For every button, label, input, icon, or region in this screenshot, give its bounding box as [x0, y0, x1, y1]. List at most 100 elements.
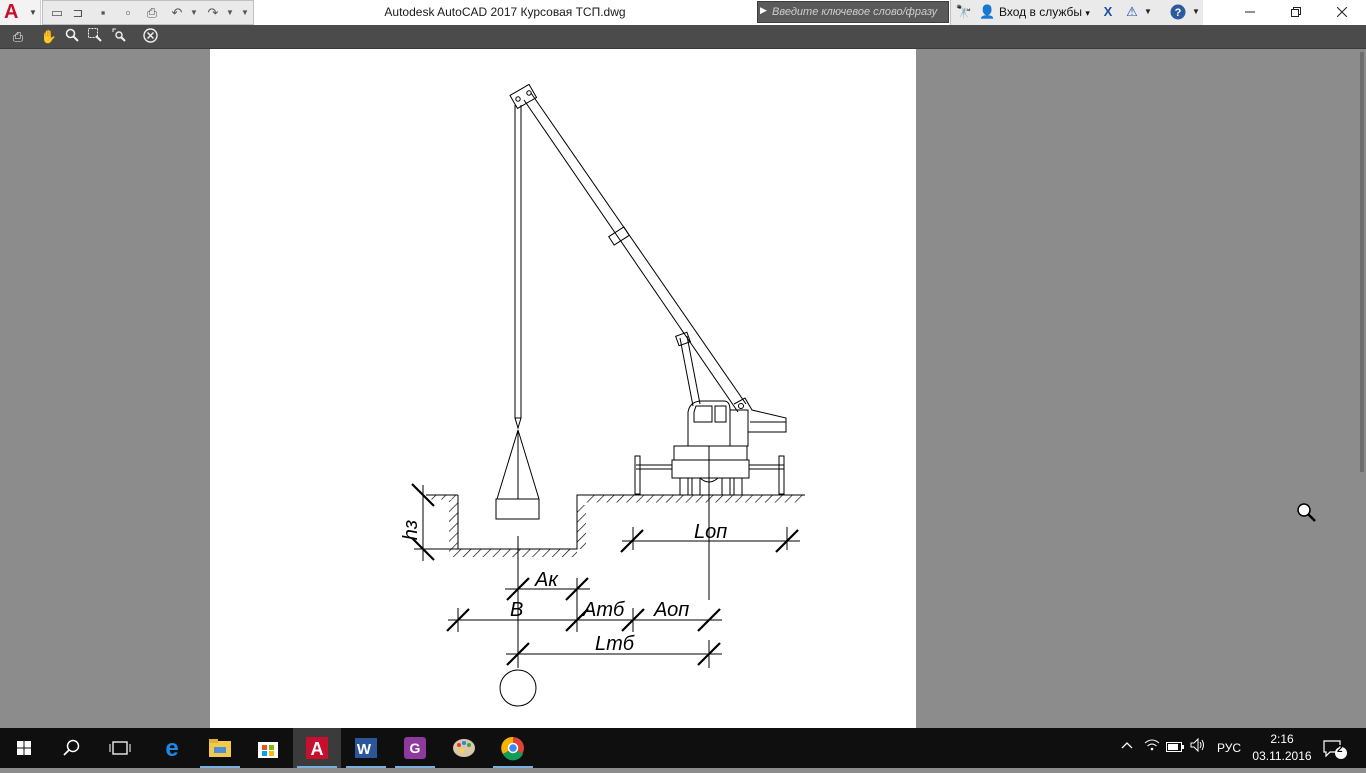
task-view-button[interactable]: [96, 728, 144, 768]
clock-date: 03.11.2016: [1252, 749, 1312, 763]
boom-lower-edge: [523, 99, 739, 413]
dim-label-aop: Аоп: [653, 599, 689, 621]
pit-wall-hatch-right: [577, 505, 586, 549]
sling-left: [496, 429, 519, 500]
notification-icon: [1323, 740, 1347, 759]
quick-access-toolbar: ▭ ⊐ ▪ ▫ ⎙ ↶ ▼ ↷ ▼ ▼: [42, 0, 254, 25]
clock-time: 2:16: [1270, 732, 1294, 746]
start-button[interactable]: [0, 728, 48, 768]
sheave: [526, 90, 532, 96]
taskbar-app-edge[interactable]: e: [148, 728, 196, 768]
new-file-icon[interactable]: ▭: [49, 5, 65, 21]
plot-preview-sheet[interactable]: hз Lоп Ак В Атб Аоп Lтб: [210, 49, 916, 728]
user-icon[interactable]: 👤: [979, 4, 995, 20]
dim-label-lop: Lоп: [694, 521, 727, 543]
preview-toolbar: ⎙ ✋: [0, 25, 1366, 49]
close-icon: [1336, 6, 1348, 18]
undo-icon[interactable]: ↶: [169, 5, 185, 21]
taskbar-app-pdf[interactable]: G: [391, 728, 439, 768]
taskbar-app-paint[interactable]: [440, 728, 488, 768]
boom-upper-edge: [530, 92, 747, 405]
wheel-support: [691, 477, 701, 496]
chassis-frame: [671, 459, 750, 479]
volume-icon[interactable]: [1190, 728, 1208, 768]
application-menu-button[interactable]: A ▼: [0, 0, 41, 25]
binoculars-icon[interactable]: 🔭: [955, 4, 973, 20]
paint-palette-icon: [453, 739, 475, 757]
network-icon[interactable]: [1144, 728, 1162, 768]
redo-icon[interactable]: ↷: [205, 5, 221, 21]
zoom-window-icon[interactable]: [86, 28, 104, 45]
load-block: [495, 498, 540, 520]
signin-label: Вход в службы: [999, 5, 1082, 19]
turntable: [673, 445, 748, 461]
autodesk-a360-icon[interactable]: ⚠: [1123, 4, 1141, 20]
boom-pivot: [738, 403, 744, 409]
boom-head: [509, 83, 538, 110]
wheel-support: [679, 477, 689, 496]
pit-wall-hatch-left: [449, 500, 458, 549]
ground-hatch: [430, 495, 458, 500]
restore-button[interactable]: [1273, 0, 1319, 25]
cab-window: [714, 405, 727, 423]
sling-right: [517, 429, 540, 500]
task-view-icon: [109, 741, 131, 755]
chevron-up-icon: [1121, 742, 1133, 749]
svg-text:e: e: [165, 735, 178, 762]
minimize-icon: [1245, 11, 1255, 13]
pan-hand-icon[interactable]: ✋: [40, 28, 58, 45]
signin-button[interactable]: Вход в службы ▾: [999, 5, 1090, 19]
lift-cylinder: [686, 335, 701, 405]
search-input[interactable]: [770, 3, 948, 21]
exchange-x-icon[interactable]: X: [1099, 4, 1117, 20]
zoom-realtime-icon[interactable]: [63, 28, 81, 45]
store-icon: [258, 742, 278, 758]
search-taskbar-button[interactable]: [48, 728, 96, 768]
taskbar-app-autocad[interactable]: A: [293, 728, 341, 768]
action-center-button[interactable]: 2: [1322, 728, 1350, 768]
wheel-support: [721, 477, 731, 496]
counterweight: [733, 397, 787, 433]
edge-icon: e: [165, 735, 178, 762]
taskbar-clock[interactable]: 2:16 03.11.2016: [1248, 731, 1316, 765]
taskbar-app-explorer[interactable]: [196, 728, 244, 768]
chevron-down-icon: ▼: [29, 8, 37, 17]
search-expand-icon[interactable]: ▶: [760, 5, 767, 16]
word-icon: W: [355, 738, 377, 758]
close-button[interactable]: [1319, 0, 1365, 25]
language-indicator[interactable]: РУС: [1217, 728, 1241, 768]
show-hidden-icons-button[interactable]: [1120, 728, 1134, 768]
svg-text:G: G: [410, 740, 421, 756]
help-dropdown-icon[interactable]: ▼: [1191, 4, 1201, 20]
save-icon[interactable]: ▪: [95, 5, 111, 21]
outrigger-jack-right: [778, 455, 785, 495]
minimize-button[interactable]: [1227, 0, 1273, 25]
ground-hatch-right: [586, 495, 804, 503]
scrollbar-thumb[interactable]: [1360, 52, 1364, 472]
dim-label-b: В: [510, 599, 523, 621]
taskbar-app-chrome[interactable]: [489, 728, 537, 768]
dim-label-ltb: Lтб: [595, 633, 635, 655]
taskbar-app-store[interactable]: [244, 728, 292, 768]
windows-logo-icon: [17, 741, 31, 755]
svg-text:?: ?: [1175, 7, 1182, 19]
zoom-original-icon[interactable]: [110, 28, 128, 45]
cab-window: [693, 405, 713, 423]
print-icon[interactable]: ⎙: [144, 5, 160, 21]
a360-dropdown-icon[interactable]: ▼: [1143, 4, 1153, 20]
undo-dropdown-icon[interactable]: ▼: [186, 5, 202, 21]
taskbar-app-word[interactable]: W: [342, 728, 390, 768]
help-icon[interactable]: ?: [1169, 4, 1187, 20]
save-as-icon[interactable]: ▫: [120, 5, 136, 21]
autocad-icon: A: [306, 737, 328, 759]
print-icon[interactable]: ⎙: [9, 28, 27, 45]
close-preview-icon[interactable]: [141, 28, 159, 45]
engine-housing: [730, 409, 749, 447]
redo-dropdown-icon[interactable]: ▼: [222, 5, 238, 21]
customize-dropdown-icon[interactable]: ▼: [237, 5, 253, 21]
open-folder-icon[interactable]: ⊐: [70, 5, 86, 21]
windows-taskbar: e A W G РУС 2:16 03.11.2016 2: [0, 728, 1366, 768]
boom-section-joint: [608, 226, 630, 246]
lift-cylinder: [679, 337, 694, 407]
battery-icon[interactable]: [1166, 728, 1184, 768]
